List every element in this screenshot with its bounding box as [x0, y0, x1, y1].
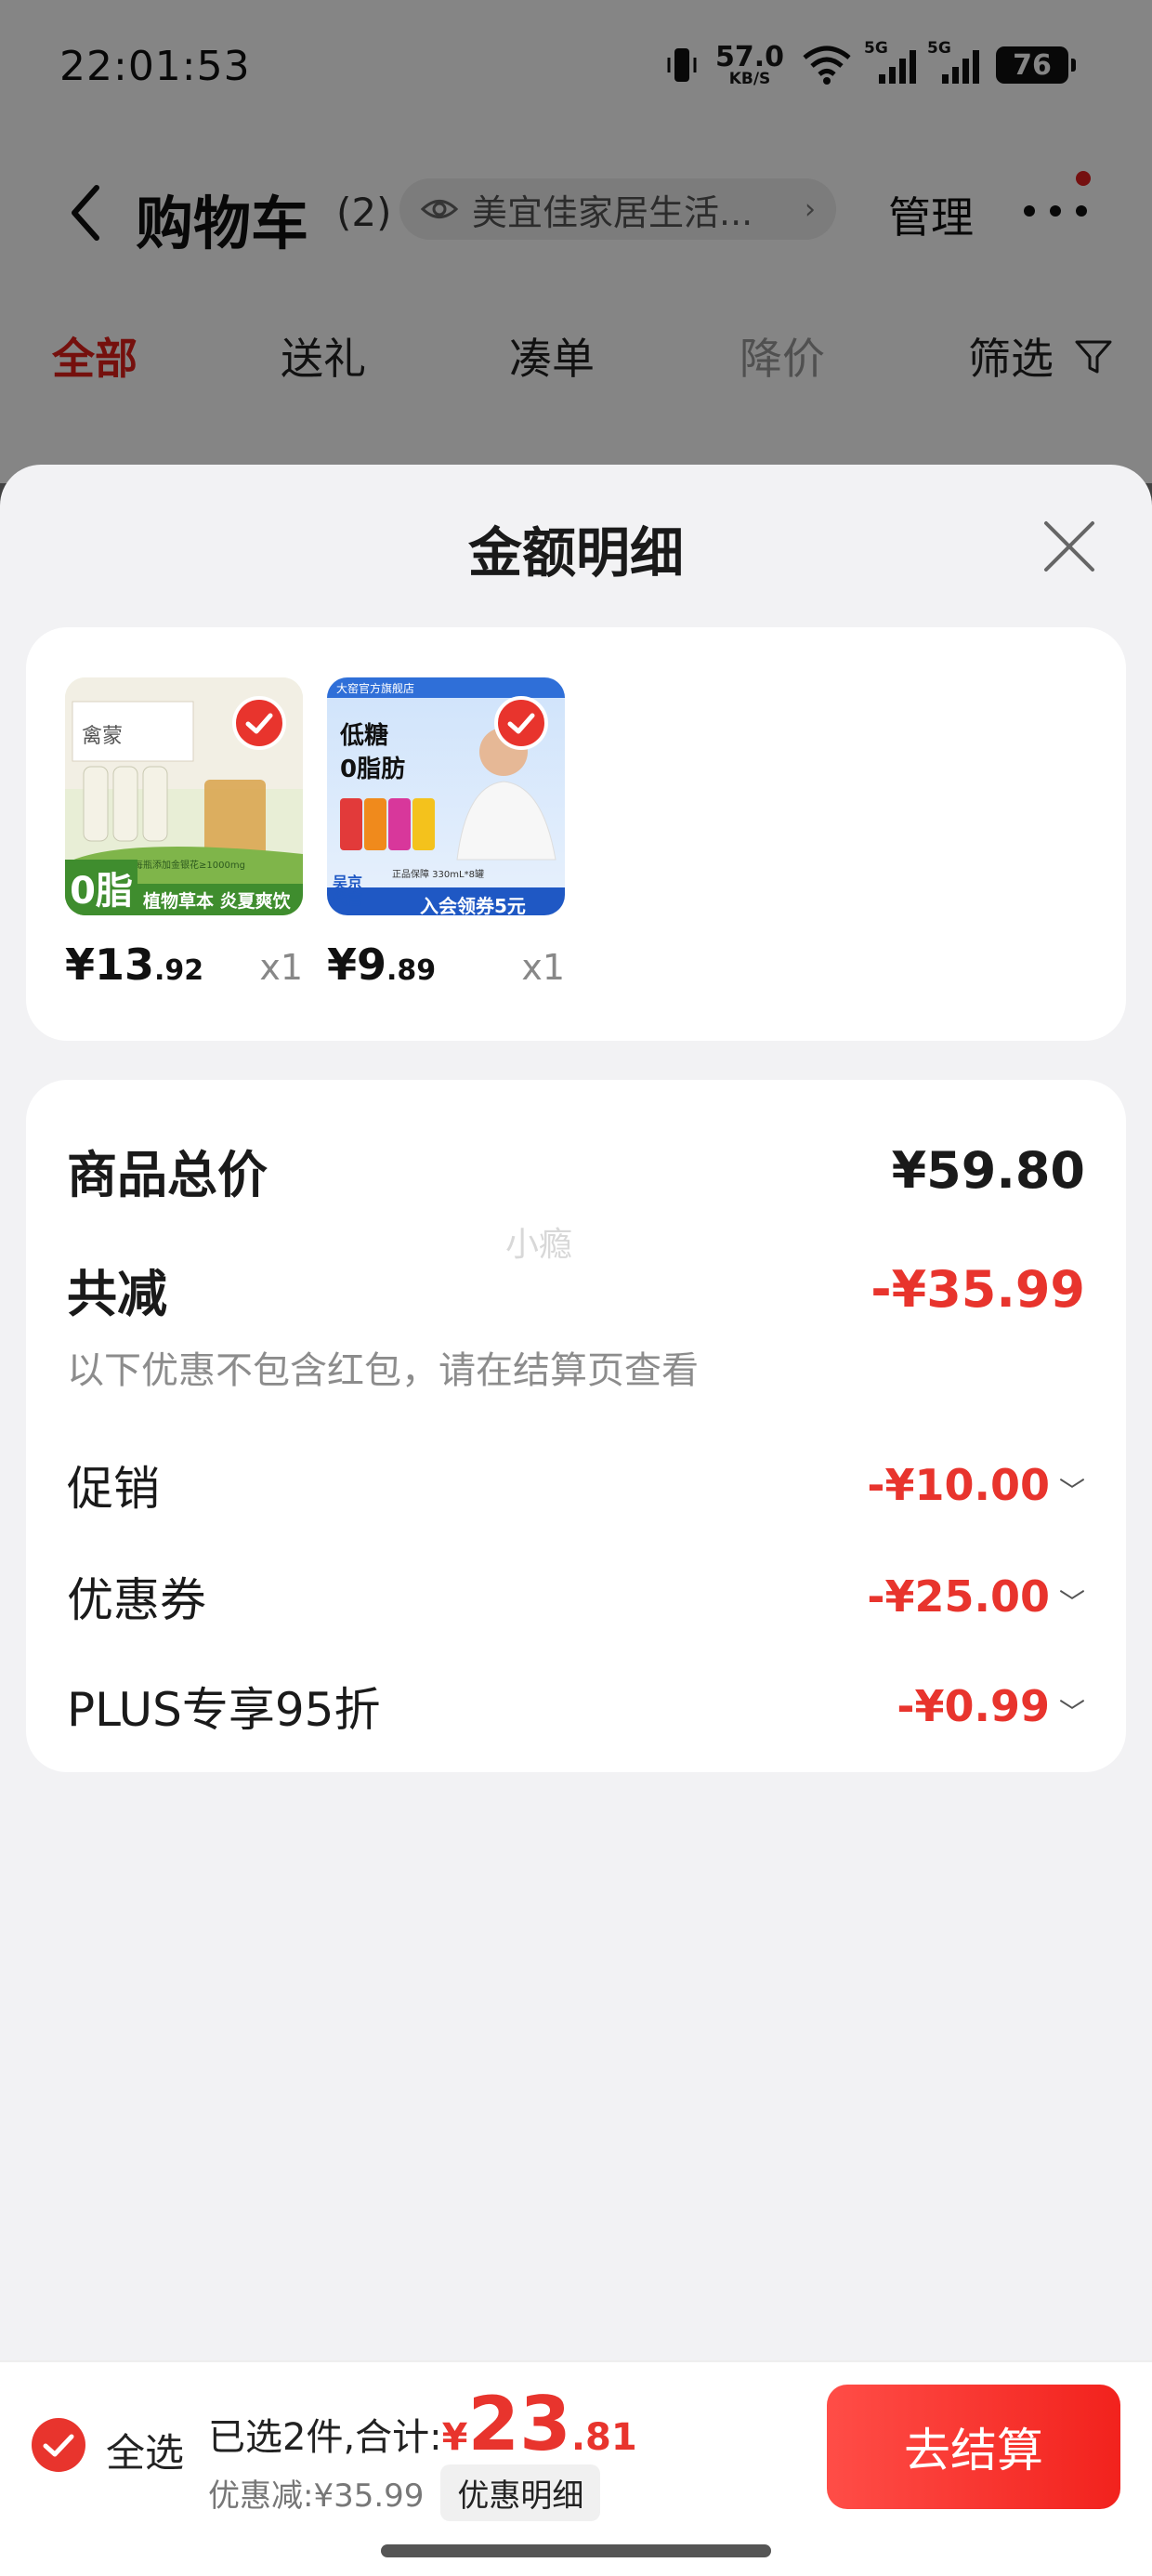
coupon-value: -¥25.00 ﹀ — [867, 1571, 1085, 1622]
promotion-value: -¥10.00 ﹀ — [867, 1460, 1085, 1510]
select-all-checkbox[interactable] — [32, 2418, 85, 2472]
svg-text:每瓶添加金银花≥1000mg: 每瓶添加金银花≥1000mg — [134, 859, 245, 871]
plus-discount-label: PLUS专享95折 — [67, 1683, 381, 1737]
product-badge: 0脂 — [65, 860, 137, 915]
total-reduction-label: 共减 — [67, 1265, 167, 1323]
selected-total: 已选2件,合计: ¥23.81 — [208, 2381, 637, 2467]
product-item[interactable]: 每瓶添加金银花≥1000mg 禽蒙 0脂 植物草本 炎夏爽饮 ¥13.92 x1 — [65, 677, 303, 990]
discount-text: 优惠减:¥35.99 — [208, 2477, 425, 2515]
product-tagline: 0脂肪 — [340, 756, 406, 783]
products-card: 每瓶添加金银花≥1000mg 禽蒙 0脂 植物草本 炎夏爽饮 ¥13.92 x1 — [26, 627, 1126, 1041]
total-reduction-row: 共减 -¥35.99 — [67, 1253, 1085, 1326]
chevron-down-icon: ﹀ — [1058, 1476, 1085, 1506]
product-tagline: 低糖 — [340, 722, 389, 750]
chevron-down-icon: ﹀ — [1058, 1587, 1085, 1618]
product-caption: 入会领券5元 — [420, 895, 526, 915]
total-price-value: ¥59.80 — [891, 1141, 1085, 1200]
checkout-button[interactable]: 去结算 — [827, 2385, 1120, 2509]
checked-icon — [232, 696, 286, 750]
checkout-footer: 全选 已选2件,合计: ¥23.81 优惠减:¥35.99 优惠明细 去结算 — [0, 2360, 1152, 2576]
plus-discount-row[interactable]: PLUS专享95折 -¥0.99 ﹀ — [67, 1673, 1085, 1740]
product-thumbnail: 大窑官方旗舰店 正品保障 330mL*8罐 低糖 0脂肪 吴京 代言 入会领券5… — [327, 677, 565, 915]
home-indicator[interactable] — [381, 2544, 771, 2557]
coupon-row[interactable]: 优惠券 -¥25.00 ﹀ — [67, 1563, 1085, 1630]
price-summary-card: 商品总价 ¥59.80 小瘾 共减 -¥35.99 以下优惠不包含红包，请在结算… — [26, 1080, 1126, 1772]
product-endorser: 吴京 代言 — [333, 874, 363, 908]
product-quantity: x1 — [259, 947, 303, 988]
coupon-label: 优惠券 — [67, 1573, 206, 1627]
promotion-row[interactable]: 促销 -¥10.00 ﹀ — [67, 1452, 1085, 1518]
product-quantity: x1 — [521, 947, 565, 988]
close-icon[interactable] — [1039, 516, 1100, 577]
amount-detail-sheet: 金额明细 每瓶添加金银花≥1000mg 禽蒙 0脂 植物草本 炎夏爽饮 ¥13.… — [0, 465, 1152, 2576]
discount-note: 以下优惠不包含红包，请在结算页查看 — [67, 1349, 699, 1392]
chevron-down-icon: ﹀ — [1058, 1697, 1085, 1728]
product-item[interactable]: 大窑官方旗舰店 正品保障 330mL*8罐 低糖 0脂肪 吴京 代言 入会领券5… — [327, 677, 565, 990]
product-price: ¥9.89 — [327, 940, 437, 990]
checked-icon — [494, 696, 548, 750]
svg-text:正品保障 330mL*8罐: 正品保障 330mL*8罐 — [392, 868, 484, 880]
total-price-label: 商品总价 — [67, 1146, 268, 1204]
product-caption: 植物草本 炎夏爽饮 — [143, 891, 291, 912]
discount-detail-button[interactable]: 优惠明细 — [440, 2464, 601, 2521]
plus-discount-value: -¥0.99 ﹀ — [897, 1681, 1085, 1731]
total-price-row: 商品总价 ¥59.80 — [67, 1134, 1085, 1207]
total-reduction-value: -¥35.99 — [871, 1260, 1085, 1319]
product-price: ¥13.92 — [65, 940, 204, 990]
discount-summary: 优惠减:¥35.99 优惠明细 — [208, 2464, 601, 2521]
svg-text:禽蒙: 禽蒙 — [82, 725, 123, 748]
svg-text:大窑官方旗舰店: 大窑官方旗舰店 — [336, 681, 414, 695]
product-thumbnail: 每瓶添加金银花≥1000mg 禽蒙 0脂 植物草本 炎夏爽饮 — [65, 677, 303, 915]
promotion-label: 促销 — [67, 1462, 160, 1516]
sheet-title: 金额明细 — [467, 521, 684, 585]
select-all-label[interactable]: 全选 — [106, 2422, 184, 2478]
